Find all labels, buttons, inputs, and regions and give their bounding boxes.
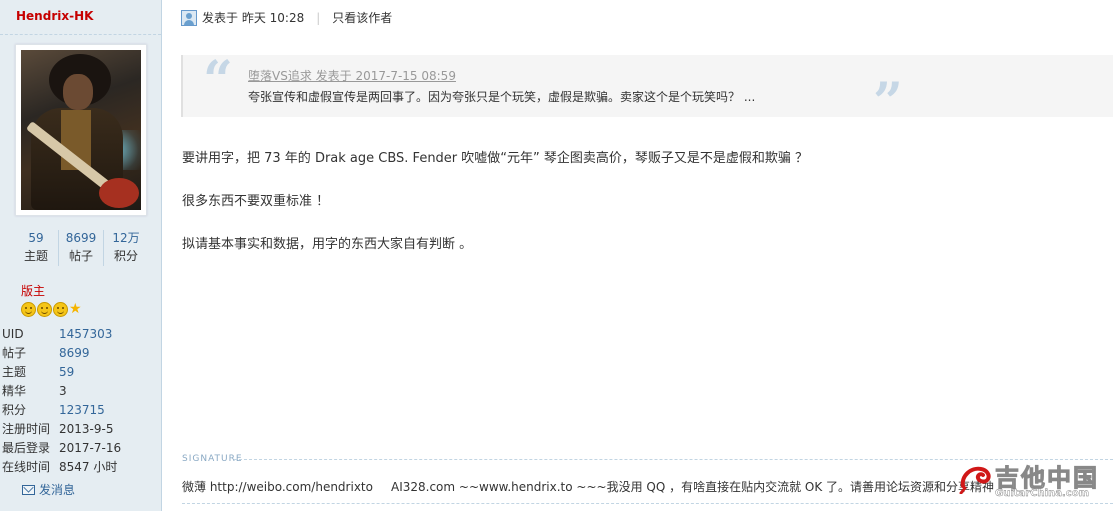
profile-row-posts: 帖子 8699 bbox=[2, 344, 157, 363]
signature: 微薄 http://weibo.com/hendrixto AI328.com ~… bbox=[182, 478, 994, 495]
stat-points[interactable]: 12万 积分 bbox=[104, 230, 148, 266]
post-paragraph: 要讲用字，把 73 年的 Drak age CBS. Fender 吹嘘做“元年… bbox=[182, 151, 809, 166]
profile-value: 2013-9-5 bbox=[59, 422, 114, 436]
avatar-image bbox=[21, 50, 141, 210]
profile-key: 在线时间 bbox=[2, 460, 51, 474]
stat-posts[interactable]: 8699 帖子 bbox=[59, 230, 104, 266]
online-status-icon bbox=[181, 9, 197, 26]
profile-value: 3 bbox=[59, 384, 67, 398]
post-content: 要讲用字，把 73 年的 Drak age CBS. Fender 吹嘘做“元年… bbox=[182, 150, 1082, 279]
profile-value: 2017-7-16 bbox=[59, 441, 122, 455]
star-icon: ★ bbox=[69, 301, 82, 317]
quote-body: 夸张宣传和虚假宣传是两回事了。因为夸张只是个玩笑，虚假是欺骗。卖家这个是个玩笑吗… bbox=[248, 90, 756, 104]
stat-points-label: 积分 bbox=[113, 249, 138, 263]
quote-header-link[interactable]: 堕落VS追求 发表于 2017-7-15 08:59 bbox=[248, 67, 456, 84]
post-timestamp: 发表于 昨天 10:28 bbox=[202, 11, 305, 25]
profile-value[interactable]: 8699 bbox=[59, 344, 90, 363]
avatar[interactable] bbox=[15, 44, 147, 216]
stat-threads-label: 主题 bbox=[23, 249, 48, 263]
watermark-en-text: GuitarChina.com bbox=[995, 488, 1089, 499]
post-info-bar: 发表于 昨天 10:28 | 只看该作者 bbox=[181, 9, 392, 26]
profile-key: 精华 bbox=[2, 384, 27, 398]
post-main: 发表于 昨天 10:28 | 只看该作者 “ 堕落VS追求 发表于 2017-7… bbox=[162, 0, 1113, 511]
profile-key: 帖子 bbox=[2, 346, 27, 360]
site-watermark: 吉他中国 GuitarChina.com bbox=[959, 458, 1109, 506]
profile-row-online-time: 在线时间 8547 小时 bbox=[2, 458, 157, 477]
author-username[interactable]: Hendrix-HK bbox=[16, 9, 93, 23]
user-rank[interactable]: 版主 bbox=[21, 282, 45, 299]
signature-text: AI328.com ~~www.hendrix.to ~~~我没用 QQ ，有啥… bbox=[390, 480, 995, 494]
profile-value: 8547 小时 bbox=[59, 460, 118, 474]
smiley-icon bbox=[37, 302, 52, 317]
only-author-link[interactable]: 只看该作者 bbox=[332, 9, 392, 26]
stat-posts-label: 帖子 bbox=[68, 249, 93, 263]
profile-key: 主题 bbox=[2, 365, 27, 379]
post-paragraph: 拟请基本事实和数据，用字的东西大家自有判断 。 bbox=[182, 237, 473, 252]
quote-open-icon: “ bbox=[203, 50, 233, 111]
stat-posts-value: 8699 bbox=[65, 231, 97, 245]
profile-row-digest: 精华 3 bbox=[2, 382, 157, 401]
author-stats: 59 主题 8699 帖子 12万 积分 bbox=[14, 230, 148, 266]
rank-stars: ★ bbox=[21, 302, 82, 317]
profile-value[interactable]: 123715 bbox=[59, 401, 105, 420]
profile-row-uid: UID 1457303 bbox=[2, 325, 157, 344]
stat-threads[interactable]: 59 主题 bbox=[14, 230, 59, 266]
quote-block: “ 堕落VS追求 发表于 2017-7-15 08:59 夸张宣传和虚假宣传是两… bbox=[181, 50, 1113, 129]
sidebar-divider bbox=[0, 34, 161, 35]
post-paragraph: 很多东西不要双重标准 ！ bbox=[182, 194, 330, 209]
send-message-label: 发消息 bbox=[39, 483, 76, 497]
profile-value[interactable]: 1457303 bbox=[59, 325, 112, 344]
profile-row-threads: 主题 59 bbox=[2, 363, 157, 382]
stat-threads-value: 59 bbox=[28, 231, 44, 245]
profile-key: 注册时间 bbox=[2, 422, 51, 436]
mail-icon bbox=[22, 484, 35, 495]
stat-points-value: 12万 bbox=[112, 231, 140, 245]
quote-close-icon: ” bbox=[873, 72, 903, 133]
profile-key: 最后登录 bbox=[2, 441, 51, 455]
profile-row-registered: 注册时间 2013-9-5 bbox=[2, 420, 157, 439]
send-message-link[interactable]: 发消息 bbox=[22, 481, 75, 498]
guitar-china-logo-icon bbox=[959, 466, 991, 494]
smiley-icon bbox=[53, 302, 68, 317]
author-sidebar: Hendrix-HK 59 主题 8699 帖子 12万 积分 版主 ★ UID… bbox=[0, 0, 162, 511]
profile-key: 积分 bbox=[2, 403, 27, 417]
profile-row-last-login: 最后登录 2017-7-16 bbox=[2, 439, 157, 458]
smiley-icon bbox=[21, 302, 36, 317]
separator: | bbox=[316, 10, 321, 25]
signature-weibo[interactable]: 微薄 http://weibo.com/hendrixto bbox=[182, 480, 373, 494]
profile-details: UID 1457303 帖子 8699 主题 59 精华 3 积分 123715… bbox=[2, 325, 157, 477]
profile-key: UID bbox=[2, 327, 24, 341]
profile-value[interactable]: 59 bbox=[59, 363, 74, 382]
profile-row-points: 积分 123715 bbox=[2, 401, 157, 420]
